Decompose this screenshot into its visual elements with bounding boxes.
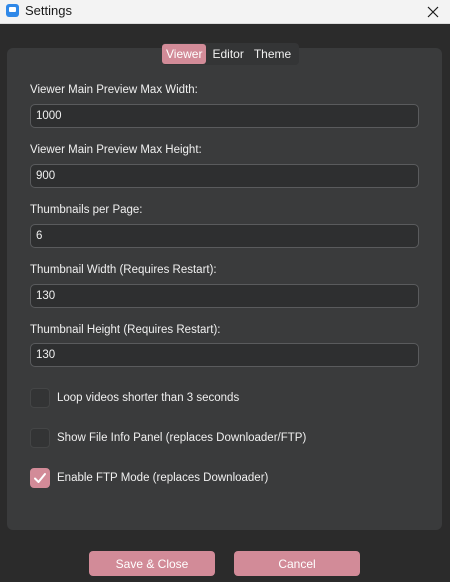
tab-editor[interactable]: Editor — [208, 44, 247, 64]
save-close-button[interactable]: Save & Close — [89, 551, 215, 576]
thumbnail-width-input[interactable] — [30, 284, 419, 308]
max-height-input[interactable] — [30, 164, 419, 188]
loop-videos-checkbox-row[interactable]: Loop videos shorter than 3 seconds — [30, 387, 239, 409]
ftp-mode-checkbox[interactable] — [30, 468, 50, 488]
title-bar: Settings — [0, 0, 450, 24]
tab-bar: Viewer Editor Theme — [162, 43, 300, 65]
ftp-mode-checkbox-row[interactable]: Enable FTP Mode (replaces Downloader) — [30, 467, 268, 489]
thumbnail-width-label: Thumbnail Width (Requires Restart): — [30, 264, 217, 276]
max-width-label: Viewer Main Preview Max Width: — [30, 84, 198, 96]
max-height-label: Viewer Main Preview Max Height: — [30, 144, 202, 156]
thumbnails-per-page-input[interactable] — [30, 224, 419, 248]
app-icon — [6, 4, 19, 17]
max-width-input[interactable] — [30, 104, 419, 128]
close-button[interactable] — [416, 0, 450, 23]
file-info-panel-label: Show File Info Panel (replaces Downloade… — [57, 432, 307, 444]
window-title: Settings — [25, 3, 72, 18]
thumbnail-height-input[interactable] — [30, 343, 419, 367]
loop-videos-checkbox[interactable] — [30, 388, 50, 408]
tab-theme[interactable]: Theme — [250, 44, 295, 64]
file-info-panel-checkbox[interactable] — [30, 428, 50, 448]
thumbnail-height-label: Thumbnail Height (Requires Restart): — [30, 324, 221, 336]
tab-viewer[interactable]: Viewer — [162, 44, 207, 64]
checkmark-icon — [34, 473, 46, 483]
file-info-panel-checkbox-row[interactable]: Show File Info Panel (replaces Downloade… — [30, 427, 306, 449]
ftp-mode-label: Enable FTP Mode (replaces Downloader) — [57, 472, 269, 484]
loop-videos-label: Loop videos shorter than 3 seconds — [57, 392, 240, 404]
cancel-button[interactable]: Cancel — [234, 551, 360, 576]
close-icon — [427, 6, 439, 17]
thumbnails-per-page-label: Thumbnails per Page: — [30, 204, 143, 216]
